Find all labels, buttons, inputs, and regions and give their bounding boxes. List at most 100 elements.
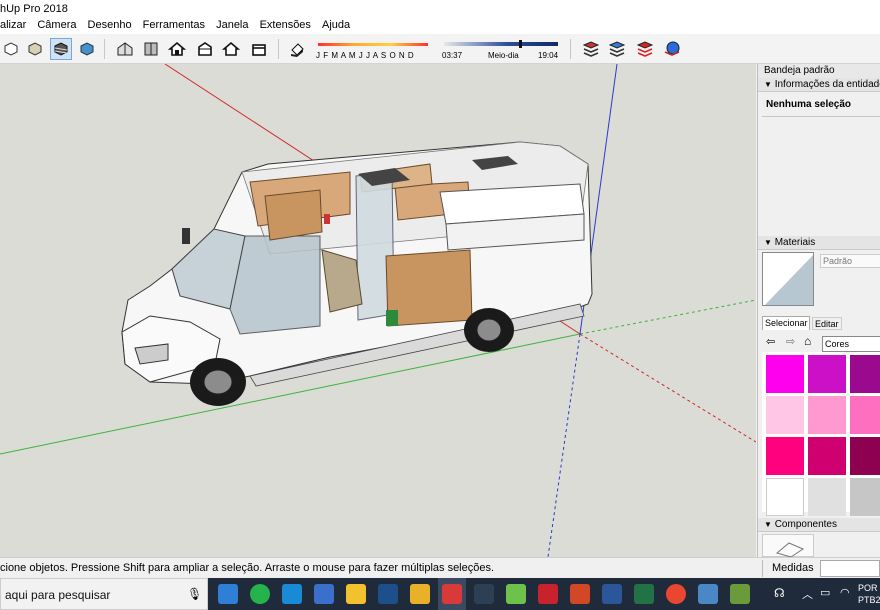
model-viewport[interactable] [0, 64, 756, 557]
word-icon[interactable] [602, 584, 622, 604]
file-explorer-icon[interactable] [346, 584, 366, 604]
forward-arrow-icon[interactable]: ⇨ [786, 335, 795, 348]
collapse-triangle-icon: ▼ [764, 520, 772, 529]
color-swatch[interactable] [808, 478, 846, 516]
stack-app-icon[interactable] [410, 584, 430, 604]
powerpoint-icon[interactable] [570, 584, 590, 604]
language-code: POR [858, 583, 878, 593]
month-labels: J F M A M J J A S O N D [316, 51, 415, 60]
time-mid-label: Meio-dia [488, 51, 519, 60]
stack-red-icon[interactable] [634, 38, 656, 60]
color-swatch[interactable] [808, 437, 846, 475]
monochrome-style-icon[interactable] [76, 38, 98, 60]
collapse-triangle-icon: ▼ [764, 80, 772, 89]
color-swatch[interactable] [850, 478, 880, 516]
color-swatch[interactable] [766, 478, 804, 516]
whatsapp-icon[interactable] [250, 584, 270, 604]
color-swatch[interactable] [808, 355, 846, 393]
menu-camera[interactable]: Câmera [33, 18, 80, 31]
library-select[interactable]: Cores [822, 336, 880, 352]
layout-app-icon[interactable] [698, 584, 718, 604]
home-icon[interactable]: ⌂ [804, 334, 811, 348]
taskbar: aqui para pesquisar 🎙 ☊ ︿ ▭ ◠ POR PTB2 [0, 578, 880, 610]
tray-title: Bandeja padrão [758, 64, 880, 78]
sketchup-icon[interactable] [442, 584, 462, 604]
taskbar-search-box[interactable]: aqui para pesquisar 🎙 [0, 578, 208, 610]
divider [762, 116, 880, 117]
shaded-style-icon[interactable] [50, 38, 72, 60]
menu-bar: alizar Câmera Desenho Ferramentas Janela… [0, 18, 880, 34]
status-hint: cione objetos. Pressione Shift para ampl… [0, 562, 495, 574]
microphone-icon[interactable]: 🎙 [187, 587, 202, 601]
iso-view-icon[interactable] [114, 38, 136, 60]
steam-icon[interactable] [378, 584, 398, 604]
color-swatch[interactable] [766, 437, 804, 475]
measurements-input[interactable] [820, 560, 880, 577]
toolbar: J F M A M J J A S O N D 03:37 Meio-dia 1… [0, 34, 880, 64]
tab-edit[interactable]: Editar [812, 317, 842, 330]
shadows-toggle-icon[interactable] [286, 38, 308, 60]
status-bar: cione objetos. Pressione Shift para ampl… [0, 557, 880, 578]
app-infinity-icon[interactable] [282, 584, 302, 604]
task-view-icon[interactable] [218, 584, 238, 604]
time-slider-track [444, 42, 558, 46]
cube-app-icon[interactable] [506, 584, 526, 604]
menu-tools[interactable]: Ferramentas [139, 18, 209, 31]
network-app-icon[interactable] [314, 584, 334, 604]
entity-info-header[interactable]: ▼ Informações da entidade [758, 78, 880, 92]
top-view-icon[interactable] [140, 38, 162, 60]
entity-info-value: Nenhuma seleção [766, 99, 852, 110]
menu-draw[interactable]: Desenho [84, 18, 136, 31]
toolbar-separator [104, 39, 105, 59]
menu-view[interactable]: alizar [0, 18, 30, 31]
unity-icon[interactable] [474, 584, 494, 604]
materials-header[interactable]: ▼ Materiais [758, 236, 880, 250]
xray-style-icon[interactable] [0, 38, 22, 60]
color-swatch[interactable] [850, 355, 880, 393]
stack-blue-icon[interactable] [606, 38, 628, 60]
menu-help[interactable]: Ajuda [318, 18, 354, 31]
chrome-icon[interactable] [666, 584, 686, 604]
default-tray: Bandeja padrão ▼ Informações da entidade… [757, 64, 880, 557]
component-preview[interactable] [762, 534, 814, 557]
people-icon[interactable]: ☊ [774, 586, 785, 600]
gem-app-icon[interactable] [730, 584, 750, 604]
shadow-month-slider[interactable]: J F M A M J J A S O N D [316, 40, 431, 62]
red-app-icon[interactable] [538, 584, 558, 604]
components-header[interactable]: ▼ Componentes [758, 518, 880, 532]
taskbar-search-placeholder: aqui para pesquisar [5, 588, 111, 602]
front-view-icon[interactable] [166, 38, 188, 60]
language-indicator[interactable]: POR PTB2 [858, 582, 880, 606]
time-slider-thumb[interactable] [519, 40, 522, 48]
measurements-label: Medidas [772, 562, 814, 574]
left-view-icon[interactable] [248, 38, 270, 60]
color-swatch[interactable] [766, 355, 804, 393]
color-swatch[interactable] [850, 437, 880, 475]
shadow-time-slider[interactable]: 03:37 Meio-dia 19:04 [442, 40, 562, 62]
window-title: hUp Pro 2018 [0, 3, 68, 15]
wifi-icon[interactable]: ◠ [840, 586, 850, 599]
toolbar-separator [278, 39, 279, 59]
tray-chevron-icon[interactable]: ︿ [802, 586, 813, 602]
battery-icon[interactable]: ▭ [820, 586, 830, 599]
back-view-icon[interactable] [220, 38, 242, 60]
toolbar-separator [570, 39, 571, 59]
tab-select[interactable]: Selecionar [762, 316, 810, 330]
color-swatch[interactable] [850, 396, 880, 434]
material-name-field[interactable]: Padrão [820, 254, 880, 268]
collapse-triangle-icon: ▼ [764, 238, 772, 247]
back-arrow-icon[interactable]: ⇦ [766, 335, 775, 348]
month-slider-track [318, 43, 428, 46]
van-model-drawing [0, 64, 756, 557]
menu-extensions[interactable]: Extensões [256, 18, 315, 31]
color-swatch[interactable] [766, 396, 804, 434]
time-start-label: 03:37 [442, 51, 463, 60]
material-preview[interactable] [762, 252, 814, 306]
menu-window[interactable]: Janela [212, 18, 252, 31]
layer-stack-icon[interactable] [580, 38, 602, 60]
stack-globe-icon[interactable] [661, 38, 683, 60]
excel-icon[interactable] [634, 584, 654, 604]
right-view-icon[interactable] [194, 38, 216, 60]
color-swatch[interactable] [808, 396, 846, 434]
hidden-line-style-icon[interactable] [24, 38, 46, 60]
